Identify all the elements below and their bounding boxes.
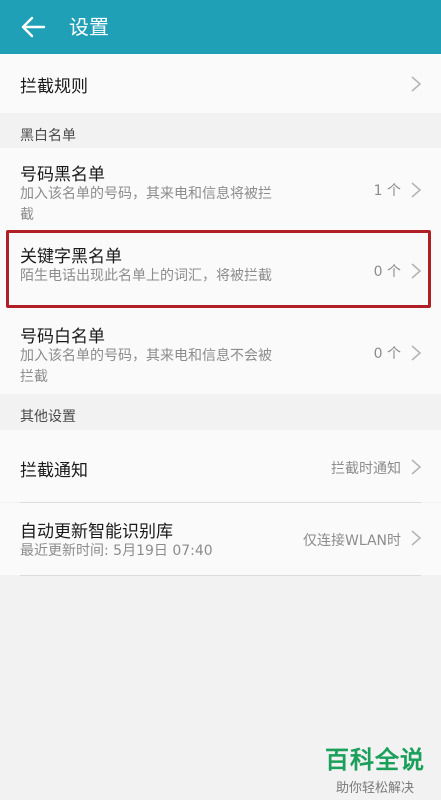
watermark-main-text: 百科全说 (325, 746, 425, 774)
intercept-notification-item[interactable]: 拦截通知 拦截时通知 (0, 430, 441, 502)
keyword-blacklist-count: 0 个 (373, 264, 401, 280)
keyword-blacklist-title: 关键字黑名单 (20, 247, 122, 267)
intercept-notification-title: 拦截通知 (20, 461, 88, 481)
number-blacklist-title: 号码黑名单 (20, 165, 105, 185)
number-whitelist-item[interactable]: 号码白名单 加入该名单的号码，其来电和信息不会被拦截 0 个 (0, 314, 441, 394)
keyword-blacklist-subtitle: 陌生电话出现此名单上的词汇，将被拦截 (20, 268, 272, 284)
intercept-rules-label: 拦截规则 (20, 77, 88, 97)
chevron-right-icon (411, 263, 422, 279)
number-whitelist-subtitle: 加入该名单的号码，其来电和信息不会被拦截 (20, 348, 272, 385)
auto-update-item[interactable]: 自动更新智能识别库 最近更新时间: 5月19日 07:40 仅连接WLAN时 (0, 503, 441, 575)
watermark-logo: 百科全说 助你轻松解决 (325, 740, 425, 796)
number-blacklist-item[interactable]: 号码黑名单 加入该名单的号码，其来电和信息将被拦截 1 个 (0, 148, 441, 230)
number-blacklist-count: 1 个 (373, 183, 401, 199)
chevron-right-icon (411, 76, 422, 92)
section-header-blackwhite: 黑白名单 (20, 128, 76, 144)
auto-update-value: 仅连接WLAN时 (302, 533, 401, 549)
auto-update-subtitle: 最近更新时间: 5月19日 07:40 (20, 543, 213, 559)
number-whitelist-count: 0 个 (373, 346, 401, 362)
app-bar: 设置 (0, 0, 441, 54)
divider (20, 575, 421, 576)
section-header-other: 其他设置 (20, 409, 76, 425)
auto-update-title: 自动更新智能识别库 (20, 522, 173, 542)
keyword-blacklist-item[interactable]: 关键字黑名单 陌生电话出现此名单上的词汇，将被拦截 0 个 (0, 230, 441, 314)
chevron-right-icon (411, 345, 422, 361)
chevron-right-icon (411, 530, 422, 546)
intercept-rules-item[interactable]: 拦截规则 (0, 54, 441, 113)
back-button[interactable] (18, 12, 48, 42)
page-title: 设置 (69, 15, 109, 39)
arrow-left-icon (21, 16, 46, 38)
chevron-right-icon (411, 182, 422, 198)
intercept-notification-value: 拦截时通知 (331, 461, 401, 477)
chevron-right-icon (411, 459, 422, 475)
number-blacklist-subtitle: 加入该名单的号码，其来电和信息将被拦截 (20, 186, 272, 223)
watermark-sub-text: 助你轻松解决 (335, 781, 414, 796)
number-whitelist-title: 号码白名单 (20, 327, 105, 347)
